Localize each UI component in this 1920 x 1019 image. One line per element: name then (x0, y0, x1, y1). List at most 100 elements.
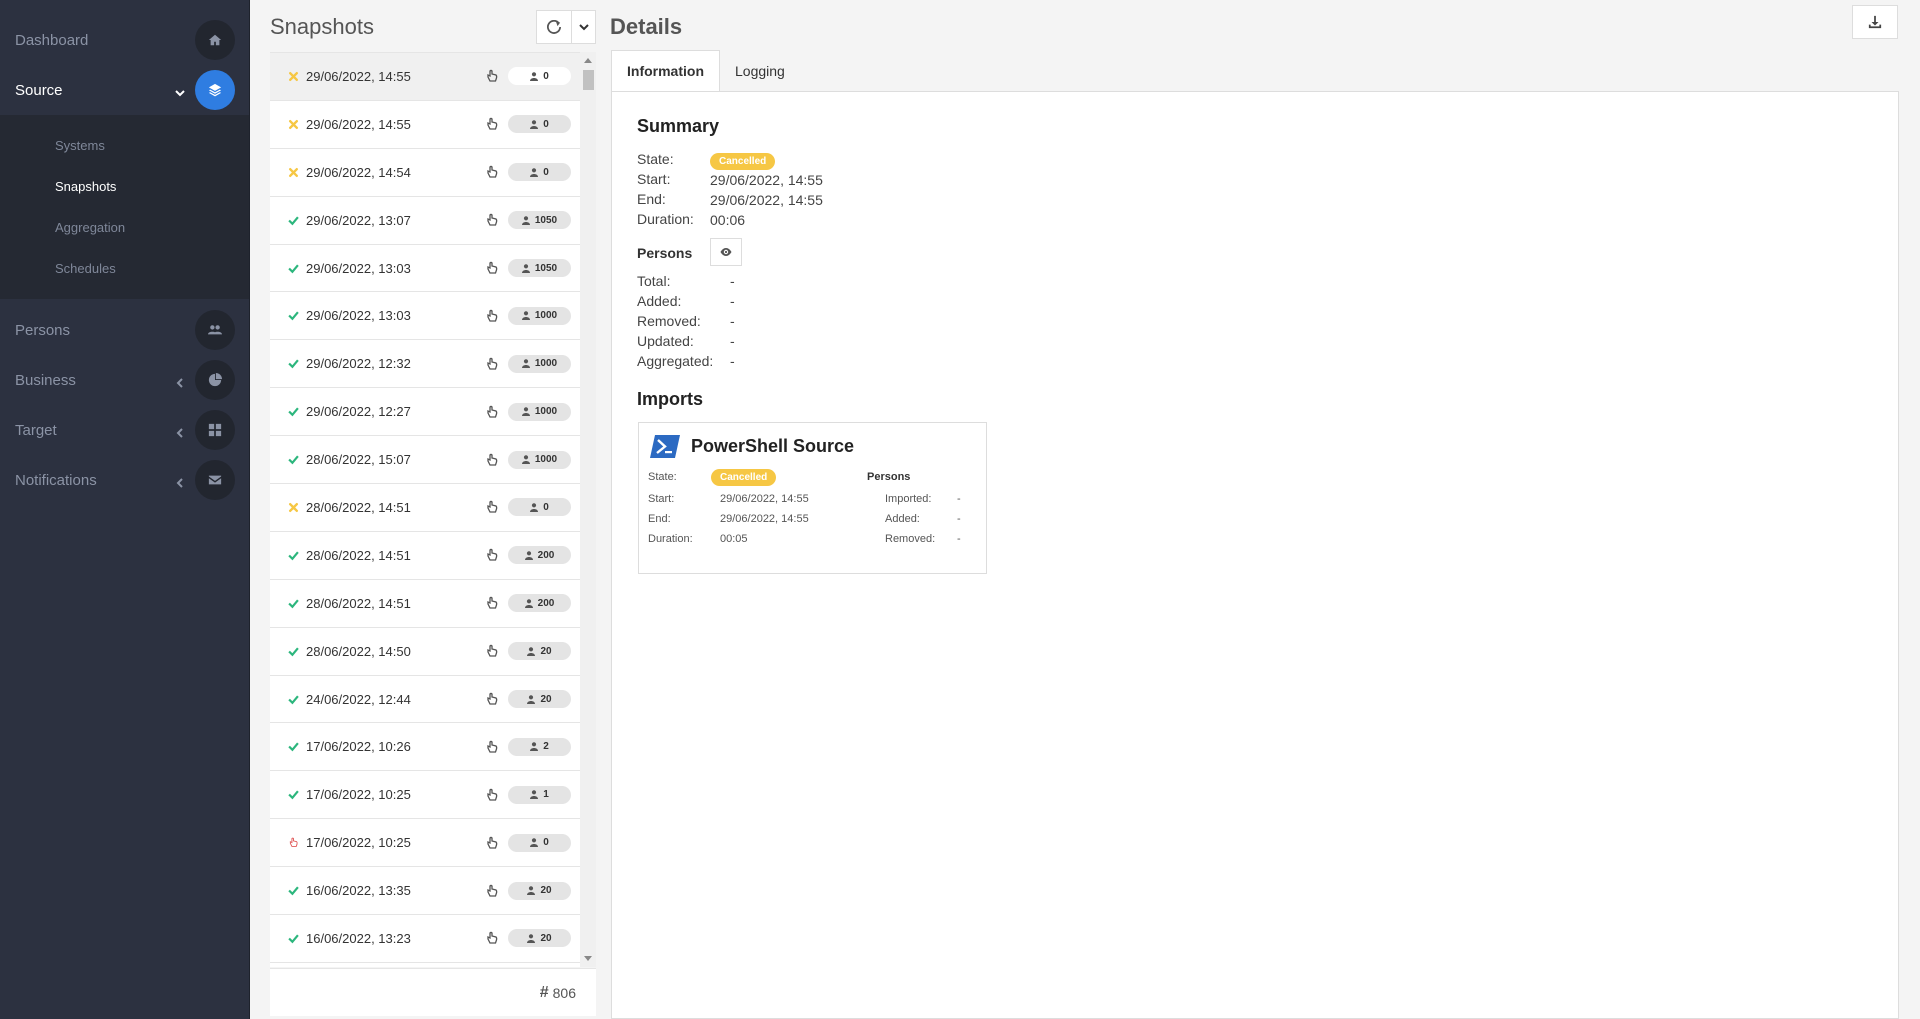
hand-pointer-icon[interactable] (485, 500, 499, 514)
hand-pointer-icon[interactable] (485, 548, 499, 562)
person-count-badge: 200 (508, 594, 571, 613)
snapshot-row[interactable]: 29/06/2022, 12:32 1000 (270, 340, 580, 389)
import-duration-value: 00:05 (720, 533, 748, 545)
scroll-thumb[interactable] (583, 70, 594, 90)
hand-pointer-icon[interactable] (485, 788, 499, 802)
snapshot-row[interactable]: 29/06/2022, 13:07 1050 (270, 197, 580, 245)
hand-pointer-icon[interactable] (485, 884, 499, 898)
persons-heading: Persons (637, 245, 693, 261)
sidebar-item-source[interactable]: Source (0, 65, 249, 115)
snapshot-row[interactable]: 28/06/2022, 14:51 200 (270, 532, 580, 580)
snapshot-row[interactable]: 17/06/2022, 10:25 0 (270, 819, 580, 868)
sidebar-item-dashboard[interactable]: Dashboard (0, 15, 249, 65)
eye-icon (720, 248, 732, 256)
hand-pointer-icon[interactable] (485, 453, 499, 467)
import-end-label: End: (648, 513, 671, 525)
sidebar-item-label: Dashboard (15, 31, 89, 49)
person-count-badge: 20 (508, 881, 571, 900)
person-count: 1050 (534, 214, 558, 226)
snapshot-row[interactable]: 16/06/2022, 13:35 20 (270, 867, 580, 916)
person-count-badge: 0 (508, 498, 571, 517)
persons-removed-label: Removed: (637, 313, 701, 329)
sidebar-item-persons[interactable]: Persons (0, 305, 249, 355)
import-start-label: Start: (648, 493, 675, 505)
refresh-options-dropdown[interactable] (571, 10, 596, 44)
person-count: 20 (540, 932, 552, 944)
hand-pointer-icon[interactable] (485, 740, 499, 754)
duration-value: 00:06 (710, 212, 746, 228)
import-status-badge: Cancelled (711, 469, 777, 486)
snapshots-scrollbar[interactable] (580, 52, 596, 967)
hand-pointer-icon[interactable] (485, 69, 499, 83)
snapshot-row[interactable]: 16/06/2022, 13:23 20 (270, 915, 580, 963)
person-count: 200 (537, 549, 555, 561)
sidebar: Dashboard Source Systems Snapshots Aggre… (0, 0, 250, 1019)
tab-logging[interactable]: Logging (720, 50, 800, 91)
subnav-item-aggregation[interactable]: Aggregation (0, 207, 249, 248)
snapshots-footer: # 806 (270, 968, 596, 1016)
person-count: 0 (543, 837, 549, 849)
snapshot-row[interactable]: 28/06/2022, 14:51 200 (270, 580, 580, 628)
hand-pointer-icon[interactable] (485, 213, 499, 227)
snapshot-row[interactable]: 28/06/2022, 14:51 0 (270, 484, 580, 532)
hand-pointer-icon[interactable] (485, 644, 499, 658)
import-imported-value: - (957, 493, 961, 505)
snapshot-row[interactable]: 29/06/2022, 14:55 0 (270, 101, 580, 149)
check-icon (284, 310, 302, 321)
hand-pointer-icon[interactable] (485, 309, 499, 323)
snapshot-date: 24/06/2022, 12:44 (306, 691, 411, 707)
person-count: 200 (537, 597, 555, 609)
snapshot-row[interactable]: 29/06/2022, 14:54 0 (270, 149, 580, 197)
person-count: 0 (543, 501, 549, 513)
hand-pointer-icon[interactable] (485, 165, 499, 179)
hand-pointer-icon[interactable] (485, 117, 499, 131)
view-persons-button[interactable] (710, 238, 742, 266)
tab-information[interactable]: Information (611, 50, 720, 92)
details-title: Details (610, 14, 683, 39)
chevron-left-icon (175, 425, 185, 438)
hand-pointer-icon[interactable] (485, 596, 499, 610)
scroll-down-arrow[interactable] (584, 956, 592, 961)
cancelled-icon (284, 502, 302, 513)
persons-added-value: - (730, 293, 735, 309)
end-label: End: (637, 191, 666, 207)
person-count: 1000 (534, 310, 558, 322)
snapshot-row[interactable]: 28/06/2022, 14:50 20 (270, 628, 580, 676)
subnav-item-snapshots[interactable]: Snapshots (0, 166, 249, 207)
sidebar-item-notifications[interactable]: Notifications (0, 455, 249, 505)
hand-pointer-icon[interactable] (485, 931, 499, 945)
snapshot-row[interactable]: 28/06/2022, 15:07 1000 (270, 436, 580, 485)
hand-pointer-icon[interactable] (485, 405, 499, 419)
hand-pointer-icon[interactable] (485, 692, 499, 706)
snapshot-row[interactable]: 24/06/2022, 12:44 20 (270, 676, 580, 724)
snapshot-row[interactable]: 29/06/2022, 12:27 1000 (270, 388, 580, 437)
person-count-badge: 1050 (508, 211, 571, 230)
scroll-up-arrow[interactable] (584, 58, 592, 63)
person-count: 1 (543, 789, 549, 801)
chevron-down-icon (578, 24, 589, 31)
person-count-badge: 0 (508, 163, 571, 182)
hand-pointer-icon[interactable] (485, 357, 499, 371)
snapshot-row[interactable]: 17/06/2022, 10:25 1 (270, 771, 580, 820)
sidebar-item-business[interactable]: Business (0, 355, 249, 405)
subnav-item-schedules[interactable]: Schedules (0, 248, 249, 289)
snapshot-date: 28/06/2022, 15:07 (306, 452, 411, 468)
person-count-badge: 1000 (508, 450, 571, 469)
hand-pointer-icon[interactable] (485, 261, 499, 275)
person-count: 0 (543, 166, 549, 178)
snapshot-row[interactable]: 29/06/2022, 13:03 1050 (270, 245, 580, 293)
snapshot-row[interactable]: 17/06/2022, 10:26 2 (270, 723, 580, 772)
imports-heading: Imports (637, 389, 704, 409)
refresh-button[interactable] (536, 10, 572, 44)
download-button[interactable] (1852, 5, 1898, 39)
subnav-item-systems[interactable]: Systems (0, 125, 249, 166)
snapshot-row[interactable]: 29/06/2022, 13:03 1000 (270, 292, 580, 341)
person-count: 1050 (534, 262, 558, 274)
snapshot-row[interactable]: 29/06/2022, 14:55 0 (270, 53, 580, 101)
envelope-icon (195, 460, 235, 500)
sidebar-item-target[interactable]: Target (0, 405, 249, 455)
person-count-badge: 20 (508, 642, 571, 661)
state-value: Cancelled (710, 151, 776, 170)
chevron-left-icon (175, 475, 185, 488)
hand-pointer-icon[interactable] (485, 836, 499, 850)
